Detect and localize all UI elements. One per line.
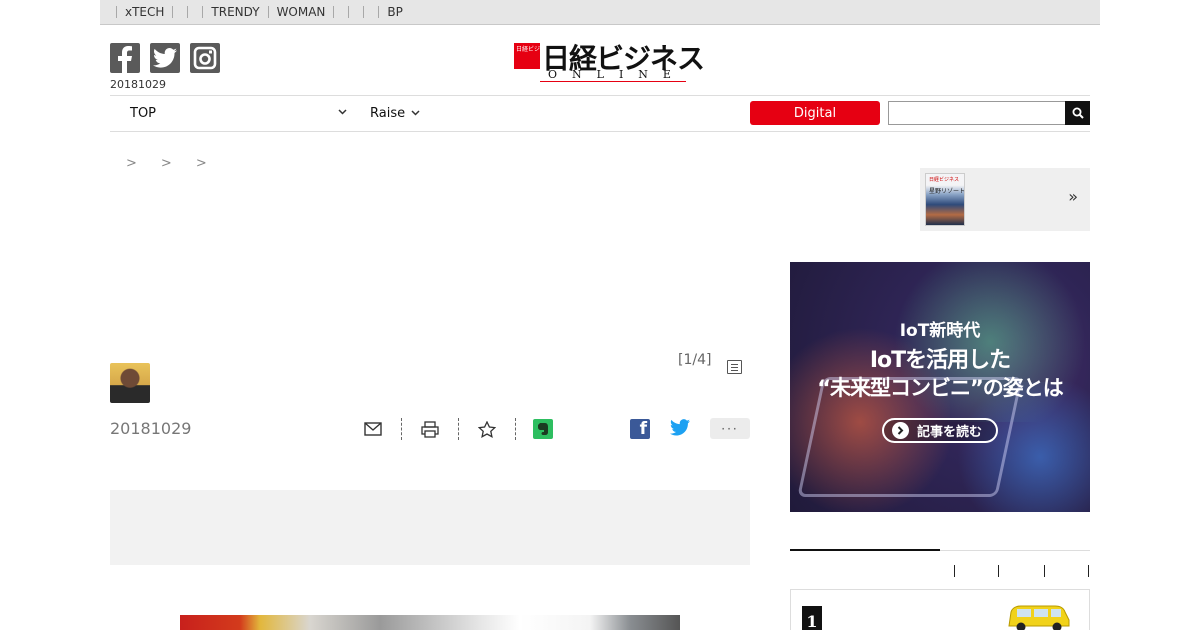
ranking-tab-divider bbox=[1044, 565, 1045, 577]
digital-button[interactable]: Digital bbox=[750, 101, 880, 125]
magazine-cover: 日経ビジネス 星野リゾート bbox=[925, 173, 965, 226]
divider bbox=[363, 6, 365, 18]
breadcrumb-separator: > bbox=[160, 156, 172, 171]
breadcrumb: > > > bbox=[126, 156, 207, 171]
twitter-icon[interactable] bbox=[150, 43, 180, 73]
divider bbox=[401, 418, 402, 440]
search-icon bbox=[1072, 107, 1084, 119]
chevron-down-icon bbox=[411, 110, 420, 116]
social-links bbox=[110, 43, 220, 73]
divider bbox=[348, 6, 350, 18]
site-link-trendy[interactable]: TRENDY bbox=[203, 5, 267, 19]
search-input[interactable] bbox=[888, 101, 1066, 125]
magazine-cover-headline: 星野リゾート bbox=[929, 188, 966, 195]
nav-raise-label: Raise bbox=[370, 106, 406, 121]
facebook-icon[interactable] bbox=[110, 43, 140, 73]
breadcrumb-separator: > bbox=[195, 156, 207, 171]
banner-kicker: IoT新時代 bbox=[899, 321, 981, 341]
author-avatar[interactable] bbox=[110, 363, 150, 403]
nav-top-link[interactable]: TOP bbox=[130, 106, 156, 121]
ranking-tabs bbox=[790, 549, 1090, 578]
more-share-button[interactable]: ··· bbox=[710, 418, 750, 439]
logo-underline bbox=[540, 81, 686, 82]
banner-read-label: 記事を読む bbox=[917, 425, 983, 440]
top-site-bar: xTECH TRENDY WOMAN BP bbox=[100, 0, 1100, 25]
ranking-tab-divider bbox=[954, 565, 955, 577]
page-indicator: [1/4] bbox=[678, 352, 712, 368]
ranking-tab-divider bbox=[998, 565, 999, 577]
rank-number: 1 bbox=[802, 606, 822, 630]
document-icon[interactable] bbox=[727, 360, 742, 374]
chevron-right-icon bbox=[892, 422, 909, 439]
article-toolbar bbox=[362, 417, 553, 441]
nav-raise-menu[interactable]: Raise bbox=[370, 106, 420, 121]
logo-subtitle: ONLINE bbox=[548, 68, 686, 81]
iot-banner-ad[interactable]: IoT新時代 IoTを活用した “未来型コンビニ”の姿とは 記事を読む bbox=[790, 262, 1090, 512]
instagram-icon[interactable] bbox=[190, 43, 220, 73]
banner-read-button[interactable]: 記事を読む bbox=[882, 418, 998, 443]
double-chevron-right-icon: » bbox=[1068, 187, 1078, 206]
divider bbox=[333, 6, 335, 18]
header-date: 20181029 bbox=[110, 78, 166, 91]
divider bbox=[515, 418, 516, 440]
site-link-bp[interactable]: BP bbox=[379, 5, 410, 19]
print-icon[interactable] bbox=[419, 418, 441, 440]
facebook-share-icon[interactable]: f bbox=[630, 419, 650, 439]
site-link-xtech[interactable]: xTECH bbox=[117, 5, 172, 19]
chevron-down-icon[interactable] bbox=[338, 106, 347, 119]
mail-icon[interactable] bbox=[362, 418, 384, 440]
star-icon[interactable] bbox=[476, 418, 498, 440]
divider bbox=[172, 6, 174, 18]
banner-headline-1: IoTを活用した bbox=[869, 348, 1011, 373]
ranking-list-item[interactable]: 1 bbox=[790, 589, 1090, 630]
search-button[interactable] bbox=[1065, 101, 1090, 125]
banner-headline-2: “未来型コンビニ”の姿とは bbox=[817, 376, 1064, 400]
ad-placeholder bbox=[110, 490, 750, 565]
ranking-tab-active-indicator bbox=[790, 549, 940, 551]
evernote-icon[interactable] bbox=[533, 419, 553, 439]
breadcrumb-separator: > bbox=[126, 156, 137, 171]
divider bbox=[187, 6, 189, 18]
divider bbox=[458, 418, 459, 440]
magazine-promo[interactable]: 日経ビジネス 星野リゾート » bbox=[920, 168, 1090, 231]
ranking-tab-divider bbox=[1088, 565, 1089, 577]
article-main-image bbox=[180, 615, 680, 630]
yellow-car-thumbnail bbox=[1008, 605, 1070, 630]
site-link-woman[interactable]: WOMAN bbox=[269, 5, 334, 19]
magazine-cover-title: 日経ビジネス bbox=[929, 177, 960, 183]
site-logo[interactable]: 日経ビジネス 日経ビジネス ONLINE bbox=[514, 37, 705, 83]
article-date: 20181029 bbox=[110, 419, 192, 438]
twitter-share-icon[interactable] bbox=[670, 419, 690, 439]
